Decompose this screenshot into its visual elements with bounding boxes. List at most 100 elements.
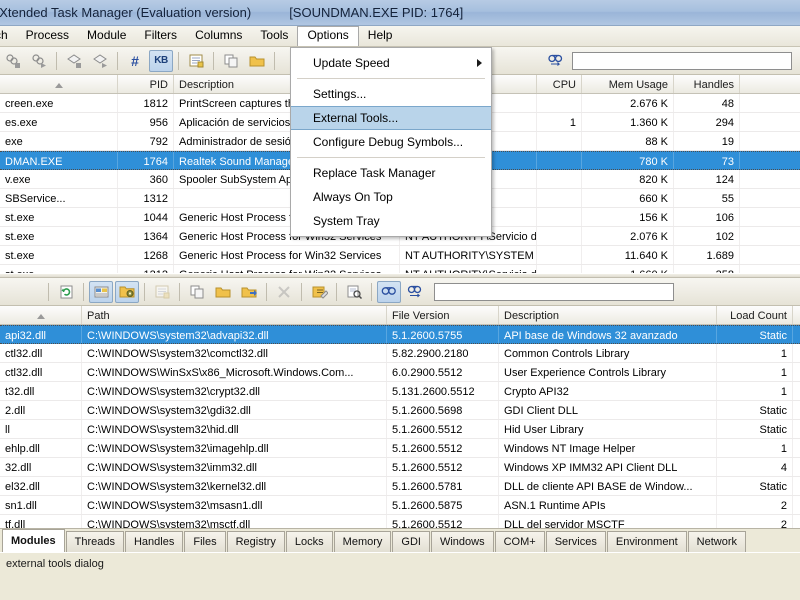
toolbar-separator [336,282,337,301]
menu-filters[interactable]: Filters [135,26,186,46]
menu-options-label: Options [307,28,349,42]
module-column-loadcount[interactable]: Load Count [717,306,793,324]
menu-option-settings[interactable]: Settings... [291,82,491,106]
menu-help[interactable]: Help [359,26,402,46]
tab-threads[interactable]: Threads [65,531,124,552]
module-row[interactable]: el32.dll C:\WINDOWS\system32\kernel32.dll… [0,477,800,496]
find-next-icon[interactable] [403,281,427,303]
tab-modules[interactable]: Modules [2,529,65,552]
menu-option-label: Settings... [313,87,367,101]
module-row-version: 5.1.2600.5781 [387,477,499,495]
tab-network[interactable]: Network [687,531,746,552]
process-row-mem: 2.676 K [582,94,674,112]
find-icon[interactable] [544,50,568,72]
menu-columns[interactable]: Columns [186,26,251,46]
tab-handles[interactable]: Handles [124,531,184,552]
process-row-cpu [537,170,582,188]
kill-process-icon[interactable] [1,50,25,72]
properties-icon[interactable] [150,281,174,303]
menu-option-system-tray[interactable]: System Tray [291,209,491,233]
module-column-description[interactable]: Description [499,306,717,324]
module-row-loadcount: 1 [717,344,793,362]
process-column-name[interactable] [0,75,118,93]
menu-process[interactable]: Process [17,26,78,46]
find-icon[interactable] [377,280,401,303]
module-row[interactable]: 32.dll C:\WINDOWS\system32\imm32.dll 5.1.2… [0,458,800,477]
module-column-name[interactable] [0,306,82,324]
module-row[interactable]: tf.dll C:\WINDOWS\system32\msctf.dll 5.1.2… [0,515,800,528]
tab-files[interactable]: Files [184,531,226,552]
edit-icon[interactable] [307,281,331,303]
process-column-handles-label: Handles [693,79,734,91]
refresh-icon[interactable] [54,281,78,303]
process-row-pid: 956 [118,113,174,131]
module-row[interactable]: t32.dll C:\WINDOWS\system32\crypt32.dll 5.… [0,382,800,401]
toolbar-separator [301,282,302,301]
process-column-cpu[interactable]: CPU [537,75,582,93]
menu-tools[interactable]: Tools [251,26,297,46]
unload-module-icon[interactable] [272,281,296,303]
module-settings-icon[interactable] [115,280,139,303]
hash-icon[interactable]: # [123,50,147,72]
process-row-mem: 88 K [582,132,674,150]
kilobytes-toggle-icon[interactable]: KB [149,49,173,72]
process-row[interactable]: st.exe 1268 Generic Host Process for Win32… [0,246,800,265]
tab-com[interactable]: COM+ [494,531,545,552]
preview-icon[interactable] [342,281,366,303]
process-row[interactable]: st.exe1212Generic Host Process for Win32… [0,265,800,273]
tab-gdi[interactable]: GDI [392,531,430,552]
resume-process-icon[interactable] [88,50,112,72]
export-folder-icon[interactable] [237,281,261,303]
menu-option-configure-debug-symbols[interactable]: Configure Debug Symbols... [291,130,491,154]
modules-view-icon[interactable] [89,280,113,303]
module-row-version: 6.0.2900.5512 [387,363,499,381]
process-column-handles[interactable]: Handles [674,75,740,93]
module-row[interactable]: ctl32.dll C:\WINDOWS\WinSxS\x86_Microsoft… [0,363,800,382]
module-column-version[interactable]: File Version [387,306,499,324]
menu-search[interactable]: rch [0,26,17,46]
status-text: external tools dialog [6,557,104,570]
open-folder-icon[interactable] [211,281,235,303]
process-column-pid[interactable]: PID [118,75,174,93]
module-search-input[interactable] [434,282,674,301]
menu-option-replace-task-manager[interactable]: Replace Task Manager [291,161,491,185]
process-search-input[interactable] [572,51,792,70]
menu-module[interactable]: Module [78,26,135,46]
tab-windows[interactable]: Windows [430,531,494,552]
module-row-path: C:\WINDOWS\system32\imagehlp.dll [82,439,387,457]
module-row[interactable]: sn1.dll C:\WINDOWS\system32\msasn1.dll 5.1… [0,496,800,515]
module-row-name: ehlp.dll [0,439,82,457]
tab-locks[interactable]: Locks [285,531,333,552]
copy-icon[interactable] [219,50,243,72]
module-row[interactable]: ehlp.dll C:\WINDOWS\system32\imagehlp.dll… [0,439,800,458]
module-row-version: 5.1.2600.5875 [387,496,499,514]
module-row[interactable]: api32.dll C:\WINDOWS\system32\advapi32.dl… [0,325,800,344]
tab-environment[interactable]: Environment [606,531,687,552]
module-row[interactable]: 2.dll C:\WINDOWS\system32\gdi32.dll 5.1.26… [0,401,800,420]
module-row-path: C:\WINDOWS\system32\hid.dll [82,420,387,438]
process-row-name: SBService... [0,189,118,207]
menu-option-external-tools[interactable]: External Tools... [291,106,491,130]
module-row-loadcount: 1 [717,439,793,457]
toolbar-separator [178,51,179,70]
copy-icon[interactable] [185,281,209,303]
tab-memory[interactable]: Memory [333,531,392,552]
properties-icon[interactable] [184,50,208,72]
menu-bar: rch Process Module Filters Columns Tools… [0,26,800,47]
module-row[interactable]: ll C:\WINDOWS\system32\hid.dll 5.1.2600.55… [0,420,800,439]
tab-registry[interactable]: Registry [226,531,285,552]
suspend-process-icon[interactable] [62,50,86,72]
open-folder-icon[interactable] [245,50,269,72]
tab-services[interactable]: Services [545,531,606,552]
process-column-mem[interactable]: Mem Usage [582,75,674,93]
restart-process-icon[interactable] [27,50,51,72]
module-column-path[interactable]: Path [82,306,387,324]
menu-option-always-on-top[interactable]: Always On Top [291,185,491,209]
module-row[interactable]: ctl32.dll C:\WINDOWS\system32\comctl32.dl… [0,344,800,363]
toolbar-separator [48,282,49,301]
menu-option-update-speed[interactable]: Update Speed [291,51,491,75]
process-row-pid: 1764 [118,152,174,169]
toolbar-separator [213,51,214,70]
menu-options[interactable]: Options [297,26,359,46]
module-row-loadcount: Static [717,326,793,343]
